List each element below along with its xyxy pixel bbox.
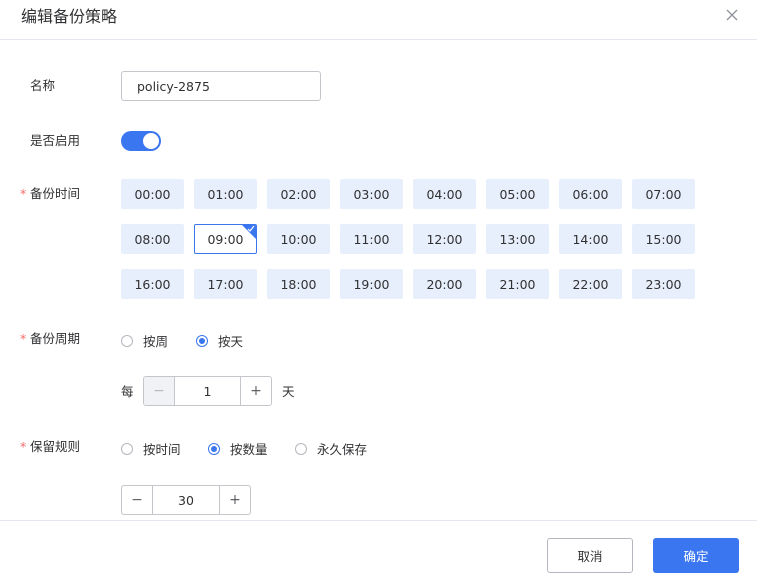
radio-circle bbox=[121, 442, 133, 455]
time-slot[interactable]: 18:00 bbox=[267, 269, 330, 299]
time-slot[interactable]: 15:00 bbox=[632, 224, 695, 254]
time-slot[interactable]: 03:00 bbox=[340, 179, 403, 209]
time-slot[interactable]: 19:00 bbox=[340, 269, 403, 299]
time-slot[interactable]: 12:00 bbox=[413, 224, 476, 254]
cycle-radio-weekly[interactable]: 按周 bbox=[121, 331, 168, 350]
radio-label: 按数量 bbox=[230, 442, 268, 457]
radio-circle bbox=[208, 442, 220, 455]
enable-label: 是否启用 bbox=[30, 133, 81, 148]
retention-radio-forever[interactable]: 永久保存 bbox=[295, 439, 367, 458]
time-slot[interactable]: 23:00 bbox=[632, 269, 695, 299]
backup-time-label: * 备份时间 bbox=[20, 186, 81, 201]
time-slot[interactable]: 01:00 bbox=[194, 179, 257, 209]
every-prefix: 每 bbox=[121, 384, 134, 399]
stepper-value[interactable]: 30 bbox=[153, 486, 219, 514]
retention-radio-by-time[interactable]: 按时间 bbox=[121, 439, 181, 458]
confirm-button[interactable]: 确定 bbox=[653, 538, 739, 573]
required-mark: * bbox=[20, 331, 27, 346]
time-slot[interactable]: 17:00 bbox=[194, 269, 257, 299]
time-slot[interactable]: 08:00 bbox=[121, 224, 184, 254]
retention-label: * 保留规则 bbox=[20, 439, 81, 454]
increment-button[interactable]: + bbox=[240, 377, 271, 405]
time-slot[interactable]: 10:00 bbox=[267, 224, 330, 254]
radio-label: 按时间 bbox=[143, 442, 181, 457]
increment-button[interactable]: + bbox=[219, 486, 250, 514]
name-label: 名称 bbox=[30, 78, 56, 93]
decrement-button[interactable]: − bbox=[144, 377, 175, 405]
time-slot[interactable]: 11:00 bbox=[340, 224, 403, 254]
time-slot[interactable]: 21:00 bbox=[486, 269, 549, 299]
time-slot[interactable]: 13:00 bbox=[486, 224, 549, 254]
retention-radio-by-count[interactable]: 按数量 bbox=[208, 439, 268, 458]
time-slot[interactable]: 05:00 bbox=[486, 179, 549, 209]
time-slot[interactable]: 04:00 bbox=[413, 179, 476, 209]
every-unit: 天 bbox=[282, 384, 295, 399]
dialog-footer: 取消 确定 bbox=[0, 520, 757, 583]
radio-label: 按天 bbox=[218, 334, 244, 349]
time-slot[interactable]: 16:00 bbox=[121, 269, 184, 299]
decrement-button[interactable]: − bbox=[122, 486, 153, 514]
close-icon[interactable] bbox=[723, 6, 741, 24]
radio-circle bbox=[121, 334, 133, 347]
cycle-radio-daily[interactable]: 按天 bbox=[196, 331, 243, 350]
retention-count-stepper: − 30 + bbox=[121, 485, 251, 515]
radio-label: 按周 bbox=[143, 334, 169, 349]
cancel-button[interactable]: 取消 bbox=[547, 538, 633, 573]
name-input[interactable] bbox=[121, 71, 321, 101]
backup-cycle-label: * 备份周期 bbox=[20, 331, 81, 346]
required-mark: * bbox=[20, 186, 27, 201]
time-slot[interactable]: 22:00 bbox=[559, 269, 622, 299]
enable-switch[interactable] bbox=[121, 131, 161, 151]
every-days-stepper: − 1 + bbox=[143, 376, 272, 406]
time-slot[interactable]: 20:00 bbox=[413, 269, 476, 299]
switch-knob bbox=[143, 133, 159, 149]
time-slot-label: 09:00 bbox=[207, 231, 244, 247]
time-slot[interactable]: 07:00 bbox=[632, 179, 695, 209]
stepper-value[interactable]: 1 bbox=[175, 377, 240, 405]
radio-circle bbox=[295, 442, 307, 455]
dialog-header: 编辑备份策略 bbox=[0, 0, 757, 40]
time-slot[interactable]: 09:00 bbox=[194, 224, 257, 254]
radio-circle bbox=[196, 334, 208, 347]
time-slot[interactable]: 06:00 bbox=[559, 179, 622, 209]
radio-label: 永久保存 bbox=[317, 442, 368, 457]
time-slot[interactable]: 14:00 bbox=[559, 224, 622, 254]
dialog-title: 编辑备份策略 bbox=[21, 7, 118, 26]
required-mark: * bbox=[20, 439, 27, 454]
time-slot[interactable]: 02:00 bbox=[267, 179, 330, 209]
time-slot[interactable]: 00:00 bbox=[121, 179, 184, 209]
check-icon bbox=[247, 225, 255, 232]
